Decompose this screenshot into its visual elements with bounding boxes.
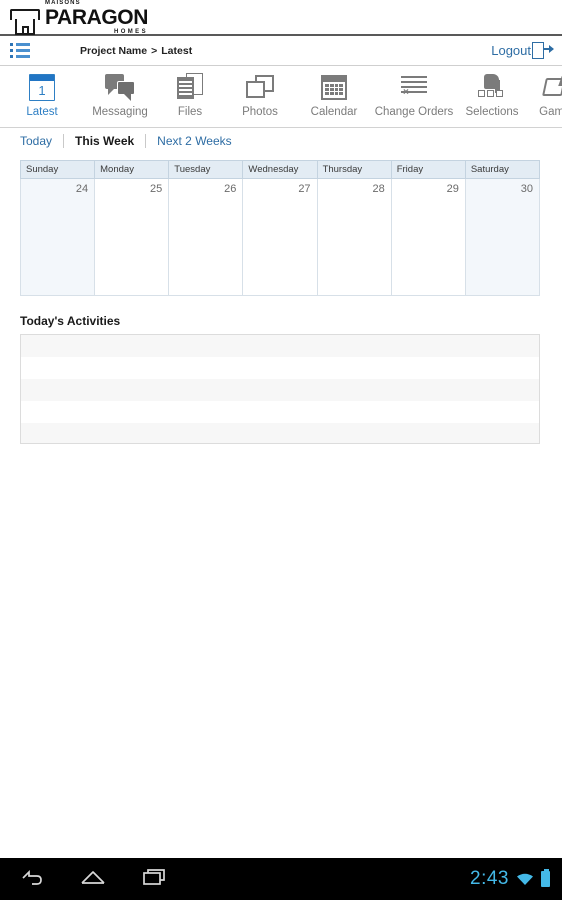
list-item[interactable] (21, 379, 539, 401)
tab-messaging-label: Messaging (92, 106, 148, 118)
tab-photos-label: Photos (242, 106, 278, 118)
calendar-header-row: Sunday Monday Tuesday Wednesday Thursday… (19, 160, 541, 179)
logo-bottom-text: HOMES (113, 28, 148, 35)
list-item[interactable] (21, 401, 539, 423)
logo-wordmark: MAISONS PARAGON HOMES (45, 0, 148, 35)
tab-gameplan-label: Gamep (539, 106, 562, 118)
date-range-tabs: Today This Week Next 2 Weeks (0, 128, 562, 154)
wifi-icon (516, 872, 534, 886)
week-calendar: Sunday Monday Tuesday Wednesday Thursday… (19, 160, 541, 296)
status-clock: 2:43 (470, 868, 509, 889)
calendar-cell-26[interactable]: 26 (168, 178, 244, 296)
house-icon (10, 8, 40, 35)
speech-bubbles-icon (105, 70, 135, 104)
calendar-page-icon: 1 (29, 70, 55, 104)
list-menu-icon[interactable] (6, 41, 32, 61)
tab-files-label: Files (177, 106, 203, 118)
tab-change-orders[interactable]: × Change Orders (372, 70, 456, 118)
day-header-sunday: Sunday (19, 160, 96, 179)
android-navigation-bar: 2:43 (0, 858, 562, 900)
tab-calendar[interactable]: Calendar (296, 70, 372, 118)
tab-change-orders-label: Change Orders (374, 106, 454, 118)
documents-icon (176, 70, 204, 104)
tag-icon (542, 70, 562, 104)
latest-badge-count: 1 (38, 82, 46, 98)
tab-calendar-label: Calendar (310, 106, 358, 118)
logout-label: Logout (491, 43, 531, 58)
breadcrumb-separator: > (151, 44, 158, 57)
tab-latest-label: Latest (26, 106, 58, 118)
subtab-next-2-weeks[interactable]: Next 2 Weeks (145, 133, 242, 148)
tab-latest[interactable]: 1 Latest (0, 70, 84, 118)
lined-document-icon: × (401, 70, 427, 104)
calendar-cell-24[interactable]: 24 (19, 178, 96, 296)
calendar-cell-29[interactable]: 29 (390, 178, 466, 296)
exit-door-icon (532, 41, 554, 61)
tab-selections[interactable]: Selections (456, 70, 528, 118)
subtab-this-week[interactable]: This Week (63, 133, 145, 148)
tab-selections-label: Selections (465, 106, 519, 118)
home-icon[interactable] (80, 867, 106, 892)
breadcrumb-project[interactable]: Project Name (80, 45, 147, 57)
calendar-cell-27[interactable]: 27 (242, 178, 318, 296)
list-item[interactable] (21, 335, 539, 357)
breadcrumb-current: Latest (161, 44, 193, 57)
tab-gameplan[interactable]: Gamep (528, 70, 562, 118)
day-header-wednesday: Wednesday (242, 160, 318, 179)
breadcrumb: Project Name > Latest (80, 45, 192, 57)
logo-top-text: MAISONS (45, 0, 81, 6)
activities-list (20, 334, 540, 444)
tab-photos[interactable]: Photos (224, 70, 296, 118)
calendar-cell-25[interactable]: 25 (94, 178, 170, 296)
list-item[interactable] (21, 423, 539, 443)
calendar-day-row: 24 25 26 27 28 29 30 (19, 178, 541, 296)
recent-apps-icon[interactable] (142, 867, 168, 892)
calendar-cell-28[interactable]: 28 (316, 178, 392, 296)
subtab-today[interactable]: Today (20, 134, 63, 148)
tab-files[interactable]: Files (156, 70, 224, 118)
back-arrow-icon[interactable] (20, 867, 44, 892)
day-header-thursday: Thursday (316, 160, 392, 179)
logo-main-text: PARAGON (45, 5, 148, 29)
logo-bar: MAISONS PARAGON HOMES (0, 0, 562, 36)
list-item[interactable] (21, 357, 539, 379)
calendar-grid-icon (321, 70, 347, 104)
header-bar: Project Name > Latest Logout (0, 36, 562, 66)
main-toolbar: 1 Latest Messaging Files Photos Calendar… (0, 66, 562, 128)
day-header-monday: Monday (94, 160, 170, 179)
day-header-tuesday: Tuesday (168, 160, 244, 179)
logout-button[interactable]: Logout (491, 41, 554, 61)
photo-frames-icon (246, 70, 274, 104)
battery-icon (541, 869, 550, 887)
day-header-friday: Friday (390, 160, 466, 179)
day-header-saturday: Saturday (464, 160, 541, 179)
app-root: MAISONS PARAGON HOMES Project Name > Lat… (0, 0, 562, 900)
brand-logo: MAISONS PARAGON HOMES (10, 0, 148, 35)
activities-title: Today's Activities (20, 314, 121, 328)
hand-checkbox-icon (478, 70, 506, 104)
tab-messaging[interactable]: Messaging (84, 70, 156, 118)
calendar-cell-30[interactable]: 30 (464, 178, 541, 296)
